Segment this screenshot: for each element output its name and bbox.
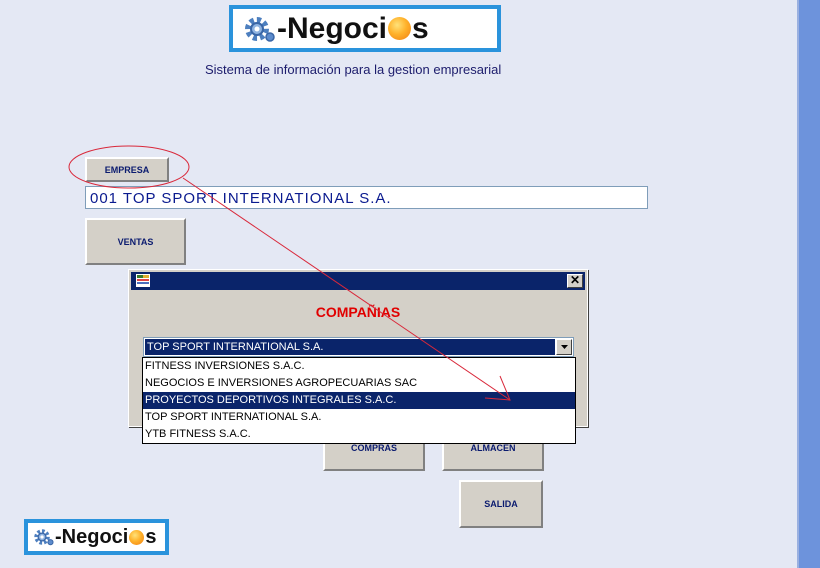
sun-icon: [388, 17, 412, 40]
chevron-down-icon: [560, 345, 568, 349]
dialog-titlebar[interactable]: ✕: [131, 272, 585, 290]
list-item[interactable]: FITNESS INVERSIONES S.A.C.: [143, 358, 575, 375]
combobox-value[interactable]: TOP SPORT INTERNATIONAL S.A.: [145, 339, 555, 355]
app-subtitle: Sistema de información para la gestion e…: [205, 62, 502, 77]
salida-button[interactable]: SALIDA: [459, 480, 543, 528]
ventas-button[interactable]: VENTAS: [85, 218, 186, 265]
right-edge-strip: [797, 0, 820, 568]
list-item[interactable]: YTB FITNESS S.A.C.: [143, 426, 575, 443]
gear-icon: [34, 529, 54, 546]
negocios-logo: -Negoci s: [229, 5, 501, 52]
list-item-selected[interactable]: PROYECTOS DEPORTIVOS INTEGRALES S.A.C.: [143, 392, 575, 409]
list-item[interactable]: NEGOCIOS E INVERSIONES AGROPECUARIAS SAC: [143, 375, 575, 392]
company-field: 001 TOP SPORT INTERNATIONAL S.A.: [85, 186, 648, 209]
sun-icon: [129, 529, 145, 545]
logo-wordmark: -Negoci s: [55, 525, 157, 548]
dialog-title: COMPAÑIAS: [315, 304, 401, 320]
company-dropdown-list: FITNESS INVERSIONES S.A.C. NEGOCIOS E IN…: [142, 357, 576, 444]
combobox-dropdown-button[interactable]: [556, 339, 572, 355]
gear-icon: [245, 16, 275, 42]
logo-wordmark: -Negoci s: [277, 11, 429, 45]
company-combobox[interactable]: TOP SPORT INTERNATIONAL S.A.: [143, 337, 574, 357]
close-button[interactable]: ✕: [567, 274, 583, 288]
empresa-button[interactable]: EMPRESA: [85, 157, 169, 182]
window-icon: [136, 274, 150, 287]
list-item[interactable]: TOP SPORT INTERNATIONAL S.A.: [143, 409, 575, 426]
negocios-logo-small: -Negoci s: [24, 519, 169, 555]
